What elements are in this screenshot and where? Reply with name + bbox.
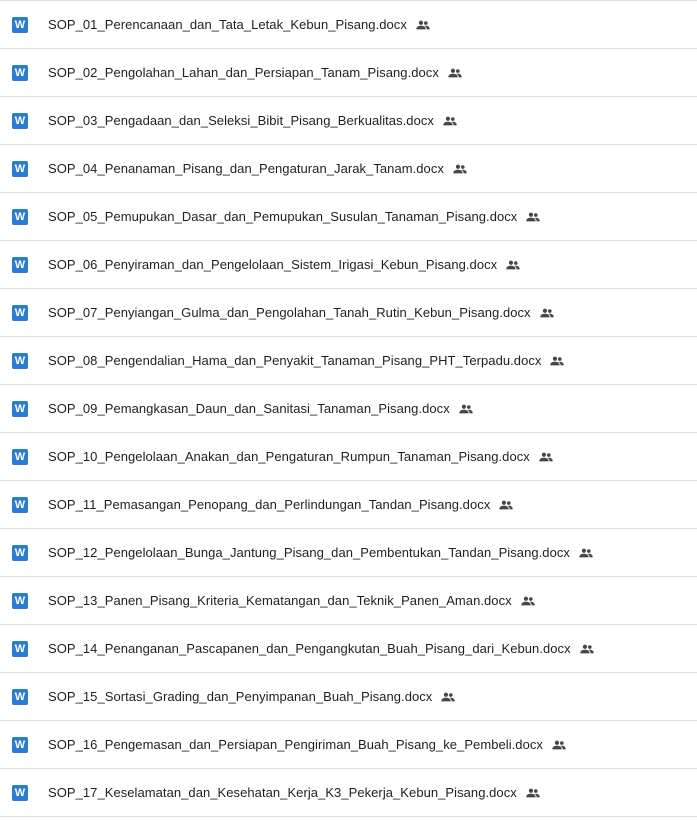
word-icon: W [12, 160, 28, 177]
word-icon: W [12, 736, 28, 753]
file-name[interactable]: SOP_10_Pengelolaan_Anakan_dan_Pengaturan… [48, 449, 530, 464]
file-name[interactable]: SOP_08_Pengendalian_Hama_dan_Penyakit_Ta… [48, 353, 541, 368]
shared-people-icon [458, 401, 474, 417]
shared-people-icon [442, 113, 458, 129]
shared-people-icon [520, 593, 536, 609]
word-icon: W [12, 496, 28, 513]
word-icon: W [12, 256, 28, 273]
file-name[interactable]: SOP_03_Pengadaan_dan_Seleksi_Bibit_Pisan… [48, 113, 434, 128]
file-row-10[interactable]: W SOP_10_Pengelolaan_Anakan_dan_Pengatur… [0, 433, 697, 481]
word-icon: W [12, 592, 28, 609]
file-row-02[interactable]: W SOP_02_Pengolahan_Lahan_dan_Persiapan_… [0, 49, 697, 97]
file-row-01[interactable]: W SOP_01_Perencanaan_dan_Tata_Letak_Kebu… [0, 1, 697, 49]
file-row-13[interactable]: W SOP_13_Panen_Pisang_Kriteria_Kematanga… [0, 577, 697, 625]
word-icon: W [12, 544, 28, 561]
shared-people-icon [505, 257, 521, 273]
shared-people-icon [551, 737, 567, 753]
word-icon: W [12, 448, 28, 465]
file-name[interactable]: SOP_13_Panen_Pisang_Kriteria_Kematangan_… [48, 593, 512, 608]
file-name[interactable]: SOP_15_Sortasi_Grading_dan_Penyimpanan_B… [48, 689, 432, 704]
file-list: W SOP_01_Perencanaan_dan_Tata_Letak_Kebu… [0, 0, 697, 820]
shared-people-icon [579, 641, 595, 657]
file-name[interactable]: SOP_05_Pemupukan_Dasar_dan_Pemupukan_Sus… [48, 209, 517, 224]
shared-people-icon [415, 17, 431, 33]
file-name[interactable]: SOP_07_Penyiangan_Gulma_dan_Pengolahan_T… [48, 305, 531, 320]
word-icon: W [12, 112, 28, 129]
file-name[interactable]: SOP_02_Pengolahan_Lahan_dan_Persiapan_Ta… [48, 65, 439, 80]
file-row-08[interactable]: W SOP_08_Pengendalian_Hama_dan_Penyakit_… [0, 337, 697, 385]
file-name[interactable]: SOP_04_Penanaman_Pisang_dan_Pengaturan_J… [48, 161, 444, 176]
file-name[interactable]: SOP_17_Keselamatan_dan_Kesehatan_Kerja_K… [48, 785, 517, 800]
file-name[interactable]: SOP_12_Pengelolaan_Bunga_Jantung_Pisang_… [48, 545, 570, 560]
shared-people-icon [440, 689, 456, 705]
word-icon: W [12, 16, 28, 33]
shared-people-icon [578, 545, 594, 561]
file-name[interactable]: SOP_11_Pemasangan_Penopang_dan_Perlindun… [48, 497, 490, 512]
shared-people-icon [452, 161, 468, 177]
word-icon: W [12, 64, 28, 81]
shared-people-icon [539, 305, 555, 321]
word-icon: W [12, 304, 28, 321]
file-row-03[interactable]: W SOP_03_Pengadaan_dan_Seleksi_Bibit_Pis… [0, 97, 697, 145]
shared-people-icon [498, 497, 514, 513]
shared-people-icon [525, 209, 541, 225]
file-row-04[interactable]: W SOP_04_Penanaman_Pisang_dan_Pengaturan… [0, 145, 697, 193]
word-icon: W [12, 208, 28, 225]
word-icon: W [12, 688, 28, 705]
file-row-15[interactable]: W SOP_15_Sortasi_Grading_dan_Penyimpanan… [0, 673, 697, 721]
file-row-06[interactable]: W SOP_06_Penyiraman_dan_Pengelolaan_Sist… [0, 241, 697, 289]
file-row-16[interactable]: W SOP_16_Pengemasan_dan_Persiapan_Pengir… [0, 721, 697, 769]
file-row-07[interactable]: W SOP_07_Penyiangan_Gulma_dan_Pengolahan… [0, 289, 697, 337]
file-row-11[interactable]: W SOP_11_Pemasangan_Penopang_dan_Perlind… [0, 481, 697, 529]
file-name[interactable]: SOP_16_Pengemasan_dan_Persiapan_Pengirim… [48, 737, 543, 752]
file-row-12[interactable]: W SOP_12_Pengelolaan_Bunga_Jantung_Pisan… [0, 529, 697, 577]
word-icon: W [12, 640, 28, 657]
word-icon: W [12, 784, 28, 801]
file-name[interactable]: SOP_06_Penyiraman_dan_Pengelolaan_Sistem… [48, 257, 497, 272]
shared-people-icon [447, 65, 463, 81]
file-row-09[interactable]: W SOP_09_Pemangkasan_Daun_dan_Sanitasi_T… [0, 385, 697, 433]
file-name[interactable]: SOP_09_Pemangkasan_Daun_dan_Sanitasi_Tan… [48, 401, 450, 416]
word-icon: W [12, 352, 28, 369]
shared-people-icon [549, 353, 565, 369]
file-row-05[interactable]: W SOP_05_Pemupukan_Dasar_dan_Pemupukan_S… [0, 193, 697, 241]
word-icon: W [12, 400, 28, 417]
shared-people-icon [538, 449, 554, 465]
file-row-17[interactable]: W SOP_17_Keselamatan_dan_Kesehatan_Kerja… [0, 769, 697, 817]
file-row-14[interactable]: W SOP_14_Penanganan_Pascapanen_dan_Penga… [0, 625, 697, 673]
shared-people-icon [525, 785, 541, 801]
file-name[interactable]: SOP_14_Penanganan_Pascapanen_dan_Pengang… [48, 641, 571, 656]
file-name[interactable]: SOP_01_Perencanaan_dan_Tata_Letak_Kebun_… [48, 17, 407, 32]
